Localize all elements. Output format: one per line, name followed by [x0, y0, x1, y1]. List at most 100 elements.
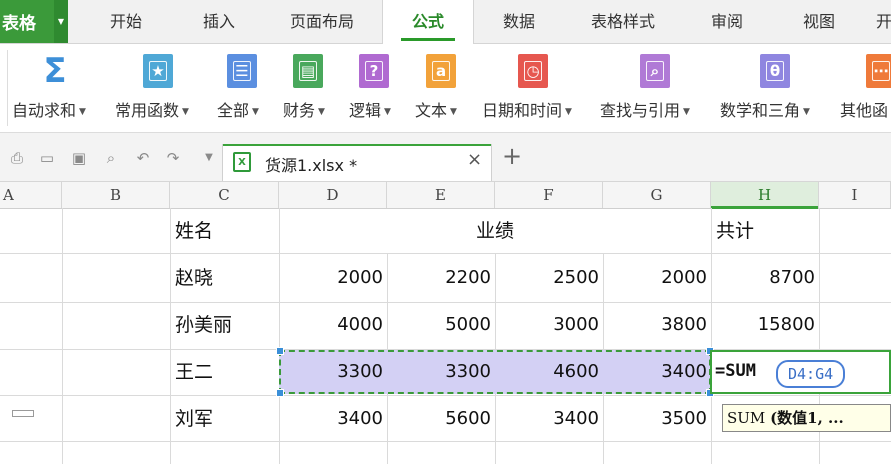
column-header-a[interactable]: A: [0, 182, 62, 208]
column-header-b[interactable]: B: [62, 182, 170, 208]
math-functions-button[interactable]: θ 数学和三角 ▼: [720, 44, 830, 132]
gridline: [62, 208, 63, 464]
app-menu-dropdown-icon[interactable]: ▼: [54, 0, 68, 43]
list-function-icon: ☰: [227, 54, 257, 88]
app-menu-button[interactable]: 表格 ▼: [0, 0, 68, 43]
cell-value[interactable]: 2000: [603, 255, 711, 301]
column-header-h[interactable]: H: [711, 182, 819, 209]
formula-text: =SUM: [715, 361, 756, 381]
export-pdf-icon[interactable]: ⎙: [8, 149, 26, 167]
math-function-icon: θ: [760, 54, 790, 88]
customize-dropdown-icon[interactable]: ▼: [200, 149, 218, 167]
tab-home[interactable]: 开始: [96, 0, 156, 43]
text-functions-label: 文本: [415, 101, 448, 120]
column-header-i[interactable]: I: [819, 182, 891, 208]
finance-function-icon: ▤: [293, 54, 323, 88]
cell-name[interactable]: 赵晓: [170, 255, 279, 301]
tab-formula[interactable]: 公式: [382, 0, 474, 44]
tooltip-function-name: SUM: [727, 409, 766, 427]
column-header-d[interactable]: D: [279, 182, 387, 208]
other-function-icon: ⋯: [866, 54, 891, 88]
spreadsheet-file-icon: X: [233, 152, 251, 172]
function-argument-tooltip: SUM (数值1, ...: [722, 404, 891, 432]
chevron-down-icon: ▼: [318, 106, 325, 117]
print-preview-icon[interactable]: ▣: [70, 149, 88, 167]
column-headers: A B C D E F G H I: [0, 182, 891, 209]
cell-value[interactable]: 3300: [387, 349, 495, 395]
math-functions-label: 数学和三角: [720, 101, 801, 120]
cell-name[interactable]: 王二: [170, 349, 279, 395]
cell-total[interactable]: 8700: [711, 255, 819, 301]
star-function-icon: ★: [143, 54, 173, 88]
logic-functions-button[interactable]: ? 逻辑 ▼: [349, 44, 409, 132]
cell-value[interactable]: 2500: [495, 255, 603, 301]
all-functions-label: 全部: [217, 101, 250, 120]
column-header-e[interactable]: E: [387, 182, 495, 208]
tab-table-style[interactable]: 表格样式: [576, 0, 670, 43]
cell-value[interactable]: 3000: [495, 302, 603, 348]
tab-page-layout[interactable]: 页面布局: [280, 0, 364, 43]
quick-access-bar: ⎙ ▭ ▣ ⌕ ↶ ↷ ▼ X 货源1.xlsx * × +: [0, 133, 891, 182]
active-cell-h4-editor[interactable]: =SUM D4:G4: [710, 350, 891, 394]
other-functions-button[interactable]: ⋯ 其他函: [840, 44, 891, 132]
cell-value[interactable]: 3800: [603, 302, 711, 348]
cell-value[interactable]: 3400: [495, 396, 603, 442]
tab-developer-partial[interactable]: 开: [876, 0, 891, 43]
app-menu-label: 表格: [2, 14, 36, 34]
cell-value[interactable]: 3400: [603, 349, 711, 395]
cell-value[interactable]: 5600: [387, 396, 495, 442]
print-icon[interactable]: ▭: [38, 149, 56, 167]
zoom-preview-icon[interactable]: ⌕: [102, 149, 120, 167]
cell-c2-name-header[interactable]: 姓名: [170, 208, 279, 254]
cell-name[interactable]: 刘军: [170, 396, 279, 442]
cell-value[interactable]: 2000: [279, 255, 387, 301]
cell-value[interactable]: 2200: [387, 255, 495, 301]
common-functions-button[interactable]: ★ 常用函数 ▼: [115, 44, 207, 132]
text-functions-button[interactable]: a 文本 ▼: [415, 44, 475, 132]
column-header-f[interactable]: F: [495, 182, 603, 208]
date-time-functions-button[interactable]: ◷ 日期和时间 ▼: [482, 44, 590, 132]
all-functions-button[interactable]: ☰ 全部 ▼: [217, 44, 273, 132]
tab-insert[interactable]: 插入: [188, 0, 250, 43]
logic-functions-label: 逻辑: [349, 101, 382, 120]
tooltip-arguments: (数值1, ...: [770, 409, 844, 427]
finance-functions-button[interactable]: ▤ 财务 ▼: [283, 44, 343, 132]
logic-function-icon: ?: [359, 54, 389, 88]
undo-icon[interactable]: ↶: [134, 149, 152, 167]
cell-value[interactable]: 3300: [279, 349, 387, 395]
chevron-down-icon: ▼: [803, 106, 810, 117]
tab-data[interactable]: 数据: [490, 0, 548, 43]
chevron-down-icon: ▼: [683, 106, 690, 117]
common-functions-label: 常用函数: [115, 101, 180, 120]
cell-total[interactable]: 15800: [711, 302, 819, 348]
cell-h2-total-header[interactable]: 共计: [711, 208, 819, 254]
lookup-functions-button[interactable]: ⌕ 查找与引用 ▼: [600, 44, 710, 132]
row-group-collapse-icon[interactable]: [12, 410, 34, 417]
finance-functions-label: 财务: [283, 101, 316, 120]
text-function-icon: a: [426, 54, 456, 88]
column-header-c[interactable]: C: [170, 182, 279, 208]
cell-value[interactable]: 5000: [387, 302, 495, 348]
cell-d2-performance-header[interactable]: 业绩: [279, 208, 711, 254]
cell-value[interactable]: 3400: [279, 396, 387, 442]
document-tab[interactable]: X 货源1.xlsx * ×: [222, 144, 492, 181]
cell-value[interactable]: 4000: [279, 302, 387, 348]
cell-value[interactable]: 4600: [495, 349, 603, 395]
tab-review[interactable]: 审阅: [698, 0, 756, 43]
lookup-functions-label: 查找与引用: [600, 101, 681, 120]
menu-bar: 表格 ▼ 开始 插入 页面布局 公式 数据 表格样式 审阅 视图 开: [0, 0, 891, 44]
redo-icon[interactable]: ↷: [164, 149, 182, 167]
other-functions-label: 其他函: [840, 101, 889, 120]
close-tab-icon[interactable]: ×: [467, 149, 482, 170]
ribbon-separator: [7, 50, 8, 126]
column-header-g[interactable]: G: [603, 182, 711, 208]
chevron-down-icon: ▼: [384, 106, 391, 117]
formula-range-reference[interactable]: D4:G4: [776, 360, 846, 388]
date-time-functions-label: 日期和时间: [482, 101, 563, 120]
tab-view[interactable]: 视图: [790, 0, 848, 43]
chevron-down-icon: ▼: [182, 106, 189, 117]
new-tab-icon[interactable]: +: [502, 143, 522, 169]
autosum-button[interactable]: Σ 自动求和 ▼: [12, 44, 102, 132]
cell-value[interactable]: 3500: [603, 396, 711, 442]
cell-name[interactable]: 孙美丽: [170, 302, 279, 348]
